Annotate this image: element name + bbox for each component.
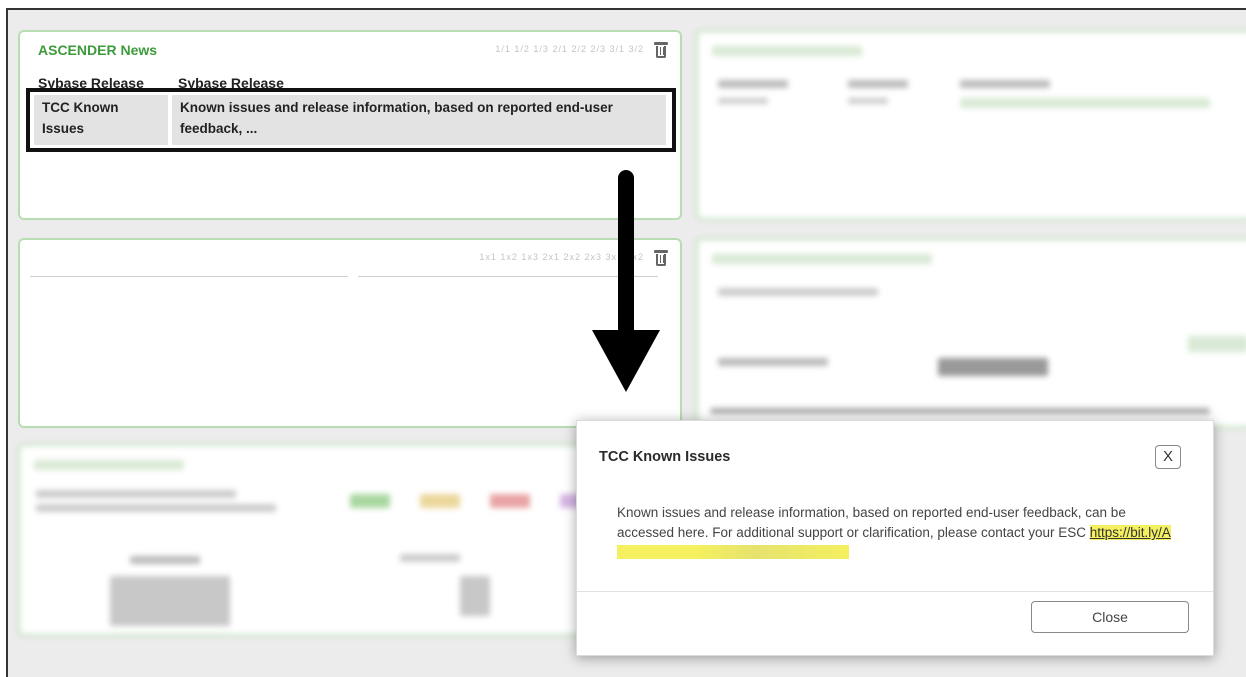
highlight: https://bit.ly/A	[1089, 525, 1171, 540]
news-item-summary[interactable]: Known issues and release information, ba…	[172, 95, 666, 145]
empty-widget: 1x1 1x2 1x3 2x1 2x2 2x3 3x1 3x2	[18, 238, 682, 428]
divider	[577, 591, 1213, 592]
dialog-title: TCC Known Issues	[599, 449, 731, 465]
arrow-head	[592, 330, 660, 392]
known-issues-dialog: TCC Known Issues X Known issues and rele…	[576, 420, 1214, 656]
divider	[358, 276, 658, 277]
news-item-title[interactable]: TCC Known Issues	[34, 95, 168, 145]
table-row-highlighted[interactable]: TCC Known Issues Known issues and releas…	[26, 88, 676, 152]
arrow-down-icon	[618, 170, 634, 342]
layout-pager[interactable]: 1/1 1/2 1/3 2/1 2/2 2/3 3/1 3/2	[495, 44, 644, 54]
blurred-widget	[696, 30, 1246, 220]
horizontal-scrollbar[interactable]	[710, 408, 1210, 414]
blurred-widget	[18, 444, 618, 636]
dialog-text: Known issues and release information, ba…	[617, 505, 1126, 540]
trash-icon[interactable]	[654, 249, 668, 267]
highlight-redacted	[617, 545, 849, 559]
dialog-body: Known issues and release information, ba…	[617, 503, 1177, 563]
close-icon-button[interactable]: X	[1155, 445, 1181, 469]
esc-link[interactable]: https://bit.ly/A	[1090, 525, 1171, 540]
blurred-widget	[696, 238, 1246, 428]
widget-title: ASCENDER News	[38, 42, 158, 58]
trash-icon[interactable]	[654, 41, 668, 59]
close-button[interactable]: Close	[1031, 601, 1189, 633]
divider	[30, 276, 348, 277]
ascender-news-widget: ASCENDER News 1/1 1/2 1/3 2/1 2/2 2/3 3/…	[18, 30, 682, 220]
